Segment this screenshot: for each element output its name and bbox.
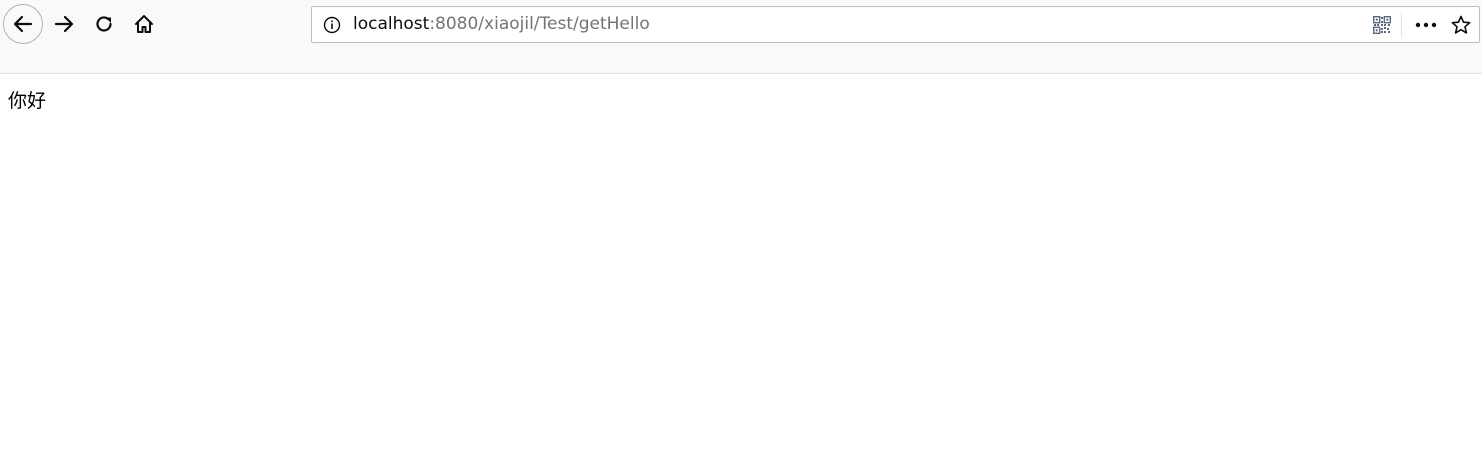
qr-code-icon[interactable] (1372, 15, 1392, 35)
bookmark-star-icon[interactable] (1450, 14, 1472, 36)
info-icon[interactable] (322, 15, 342, 35)
page-body-text: 你好 (8, 90, 47, 112)
url-text[interactable]: localhost:8080/xiaojil/Test/getHello (353, 7, 650, 42)
reload-icon (96, 16, 112, 32)
forward-button[interactable] (50, 10, 78, 38)
home-icon (135, 15, 153, 33)
back-arrow-icon (13, 15, 33, 33)
forward-arrow-icon (54, 15, 74, 33)
url-path: :8080/xiaojil/Test/getHello (429, 14, 650, 34)
back-button[interactable] (3, 4, 43, 44)
url-bar[interactable]: localhost:8080/xiaojil/Test/getHello (311, 6, 1480, 43)
home-button[interactable] (130, 10, 158, 38)
more-actions-icon[interactable] (1414, 14, 1438, 36)
url-bar-divider (1401, 13, 1402, 37)
browser-toolbar: localhost:8080/xiaojil/Test/getHello (0, 0, 1482, 74)
reload-button[interactable] (90, 10, 118, 38)
url-host: localhost (353, 14, 430, 34)
